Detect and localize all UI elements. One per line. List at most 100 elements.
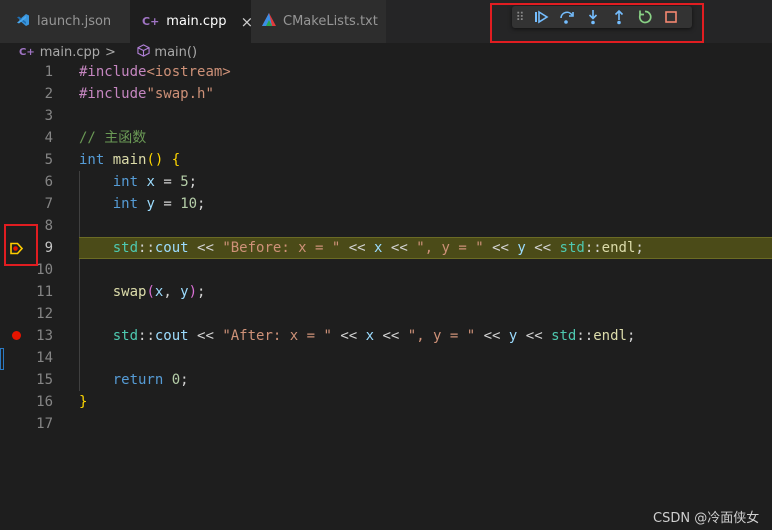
cpp-file-icon: C+ [19, 46, 35, 58]
code-token: << [382, 240, 417, 256]
code-line[interactable]: 8 [0, 215, 772, 237]
line-number: 17 [36, 416, 53, 432]
line-number: 4 [44, 130, 53, 146]
code-line[interactable]: 14 [0, 347, 772, 369]
line-number: 11 [36, 284, 53, 300]
code-token: ; [635, 240, 644, 256]
code-text: #include<iostream> [79, 61, 231, 83]
code-line[interactable]: 2 #include"swap.h" [0, 83, 772, 105]
breadcrumb-separator: > [104, 44, 116, 60]
code-line[interactable]: 16} [0, 391, 772, 413]
code-token: << [525, 240, 560, 256]
debug-toolbar-highlight-box [490, 3, 704, 43]
code-token: ) [188, 284, 198, 300]
breakpoint-icon[interactable] [12, 331, 21, 340]
code-token: y [146, 196, 155, 212]
code-token: :: [138, 328, 155, 344]
line-number: 15 [36, 372, 53, 388]
code-text: int main() { [79, 149, 180, 171]
code-token: } [79, 394, 88, 410]
code-token: ; [197, 196, 206, 212]
code-token: endl [601, 240, 636, 256]
code-line[interactable]: 7 int y = 10; [0, 193, 772, 215]
code-line[interactable]: 5 int main() { [0, 149, 772, 171]
code-token: ; [188, 174, 198, 190]
code-text: return 0; [79, 369, 189, 391]
tab-label: main.cpp [166, 14, 227, 29]
breadcrumb-file[interactable]: main.cpp [40, 45, 100, 60]
cmake-icon [262, 13, 276, 30]
code-line[interactable]: 4 // 主函数 [0, 127, 772, 149]
code-token: int [112, 196, 139, 212]
line-number: 3 [44, 108, 53, 124]
code-text: // 主函数 [79, 127, 146, 149]
code-token: std [551, 328, 577, 344]
code-token: "swap.h" [146, 86, 214, 102]
tab-cmakelists[interactable]: CMakeLists.txt [251, 0, 386, 43]
code-token: std [112, 240, 139, 256]
code-text: std::cout << "After: x = " << x << ", y … [79, 325, 636, 347]
code-line[interactable]: 6 int x = 5; [0, 171, 772, 193]
code-token: std [112, 328, 139, 344]
code-text: int y = 10; [79, 193, 206, 215]
code-token: = [154, 174, 181, 190]
code-token: y [180, 284, 189, 300]
code-token: << [188, 328, 223, 344]
code-token: ; [626, 328, 636, 344]
code-line[interactable]: 15 return 0; [0, 369, 772, 391]
code-token: <iostream> [146, 64, 231, 80]
code-line[interactable]: 3 [0, 105, 772, 127]
tab-launch-json[interactable]: launch.json [0, 0, 130, 43]
code-token: int [112, 174, 139, 190]
breadcrumb: C+ main.cpp > main() [0, 43, 772, 61]
code-token: :: [584, 240, 602, 256]
code-line[interactable]: 13 std::cout << "After: x = " << x << ",… [0, 325, 772, 347]
code-token: "Before: x = " [222, 240, 341, 256]
vscode-icon [16, 13, 30, 31]
code-token: "After: x = " [222, 328, 332, 344]
tab-label: CMakeLists.txt [283, 14, 378, 29]
code-token: x [146, 174, 155, 190]
code-token: #include [79, 86, 147, 102]
code-token: << [475, 328, 509, 344]
code-line[interactable]: 11 swap(x, y); [0, 281, 772, 303]
code-token: << [374, 328, 408, 344]
code-editor[interactable]: 1 #include<iostream> 2 #include"swap.h" 3 4//… [0, 61, 772, 530]
code-line[interactable]: 12 [0, 303, 772, 325]
code-token: { [171, 152, 181, 168]
code-line[interactable]: 10 [0, 259, 772, 281]
line-number: 1 [44, 64, 53, 80]
code-token: :: [576, 328, 594, 344]
gutter-marker [0, 348, 4, 370]
code-token: << [331, 328, 366, 344]
line-number: 16 [36, 394, 53, 410]
code-line[interactable]: 9 std::cout << "Before: x = " << x << ",… [0, 237, 772, 259]
code-token: ", y = " [416, 240, 484, 256]
code-line[interactable]: 17 [0, 413, 772, 435]
code-token: return [112, 372, 164, 388]
code-token: y [517, 240, 526, 256]
line-number: 2 [44, 86, 53, 102]
breadcrumb-symbol[interactable]: main() [154, 45, 197, 60]
code-token: #include [79, 64, 147, 80]
code-token: ( [146, 284, 155, 300]
code-line[interactable]: 1 #include<iostream> [0, 61, 772, 83]
code-token: << [188, 240, 223, 256]
code-token: 5 [180, 174, 189, 190]
code-token: 0 [171, 372, 181, 388]
code-token: cout [154, 240, 189, 256]
code-text: #include"swap.h" [79, 83, 214, 105]
watermark: CSDN @冷面侠女 [653, 511, 760, 526]
code-text: swap(x, y); [79, 281, 206, 303]
code-token: ; [180, 372, 189, 388]
current-line-highlight-box [4, 224, 38, 266]
code-token: swap [112, 284, 147, 300]
code-token: ", y = " [407, 328, 476, 344]
code-token: std [559, 240, 585, 256]
